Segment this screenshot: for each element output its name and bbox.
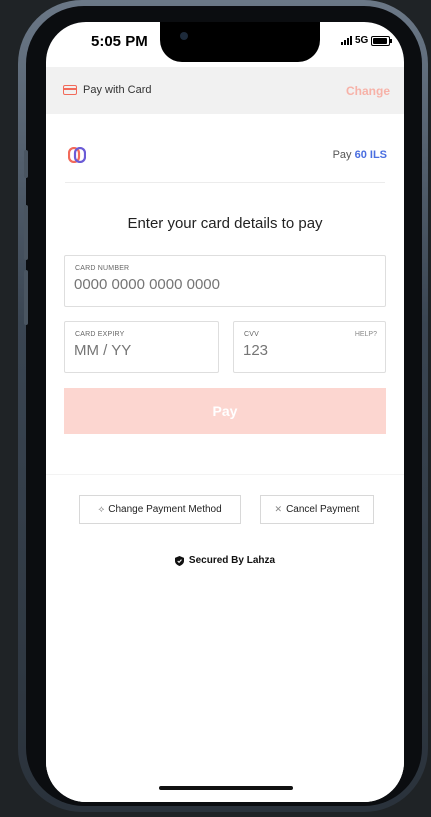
- cvv-label: CVV: [244, 331, 259, 338]
- pay-amount: Pay 60 ILS: [333, 149, 387, 161]
- swap-icon: ⟡: [98, 504, 105, 514]
- change-payment-method-button[interactable]: ⟡ Change Payment Method: [79, 495, 241, 524]
- home-indicator: [159, 786, 293, 790]
- card-number-input[interactable]: [74, 276, 346, 293]
- pay-with-card-title: Pay with Card: [83, 84, 152, 96]
- side-button: [24, 205, 28, 260]
- card-number-field[interactable]: CARD NUMBER: [64, 255, 386, 307]
- cvv-field[interactable]: CVV HELP?: [233, 321, 386, 373]
- pay-button[interactable]: Pay: [64, 388, 386, 434]
- change-payment-method-label: Change Payment Method: [108, 504, 222, 515]
- card-number-label: CARD NUMBER: [75, 265, 130, 272]
- side-button: [24, 150, 28, 178]
- card-expiry-input[interactable]: [74, 342, 205, 359]
- card-expiry-label: CARD EXPIRY: [75, 331, 125, 338]
- secured-text: Secured By Lahza: [188, 555, 276, 566]
- notch: [160, 22, 320, 62]
- amount-value: 60 ILS: [354, 149, 387, 161]
- battery-icon: [371, 35, 393, 46]
- brand-logo-icon: [68, 147, 86, 163]
- cancel-payment-button[interactable]: ✕ Cancel Payment: [260, 495, 374, 524]
- change-link[interactable]: Change: [346, 84, 390, 98]
- cvv-help-link[interactable]: HELP?: [355, 331, 377, 338]
- divider: [65, 182, 385, 183]
- pay-prefix: Pay: [332, 149, 352, 161]
- phone-screen: Pay with Card Change Pay 60 ILS Enter yo…: [46, 22, 404, 802]
- cvv-input[interactable]: [243, 342, 372, 359]
- network-label: 5G: [355, 35, 369, 46]
- cancel-payment-label: Cancel Payment: [286, 504, 360, 515]
- credit-card-icon: [63, 85, 77, 95]
- shield-icon: [174, 555, 184, 566]
- pay-with-card-bar: Pay with Card Change: [46, 67, 404, 114]
- card-expiry-field[interactable]: CARD EXPIRY: [64, 321, 219, 373]
- secured-badge: Secured By Lahza: [46, 555, 404, 566]
- signal-icon: [341, 36, 352, 45]
- side-button: [24, 270, 28, 325]
- close-icon: ✕: [274, 504, 283, 514]
- camera-dot: [180, 32, 188, 40]
- status-indicators: 5G: [341, 35, 393, 46]
- status-time: 5:05 PM: [91, 33, 148, 50]
- form-heading: Enter your card details to pay: [127, 215, 323, 232]
